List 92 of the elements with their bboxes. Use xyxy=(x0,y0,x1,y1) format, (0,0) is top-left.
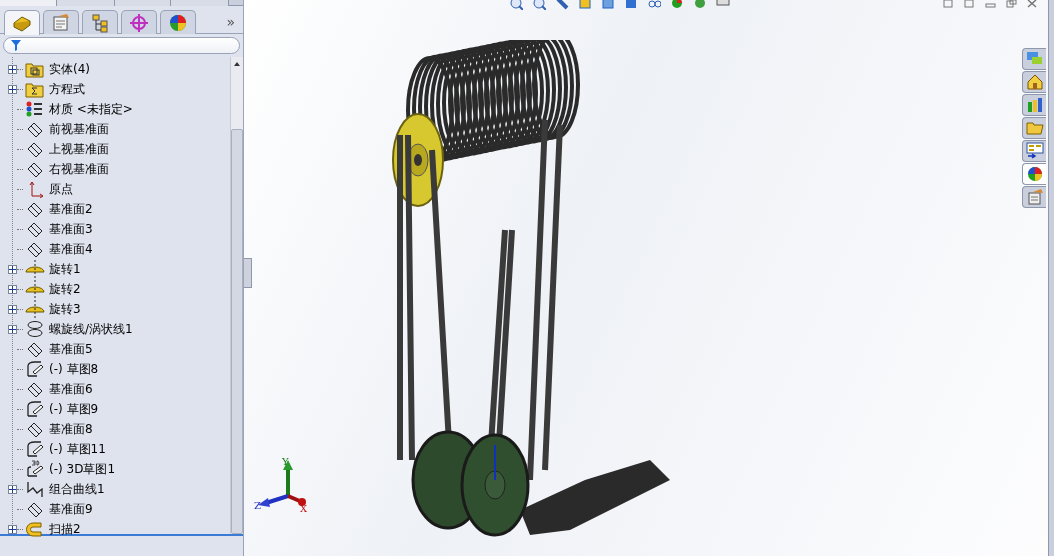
tree-item[interactable]: 基准面6 xyxy=(49,380,93,398)
expand-toggle[interactable] xyxy=(8,524,17,534)
revolve-icon xyxy=(25,300,45,318)
restore-icon[interactable] xyxy=(943,0,954,8)
task-pane-tab[interactable] xyxy=(1022,71,1046,93)
revolve-icon xyxy=(25,280,45,298)
tree-item[interactable]: 右视基准面 xyxy=(49,160,109,178)
close-icon[interactable] xyxy=(1027,0,1038,8)
tree-item[interactable]: 前视基准面 xyxy=(49,120,109,138)
graphics-viewport[interactable]: Y Z X xyxy=(244,0,1054,556)
plane-icon xyxy=(25,380,45,398)
color-ball-icon xyxy=(1025,165,1044,183)
tree-item[interactable]: 材质 <未指定> xyxy=(49,100,133,118)
property-sheet-icon xyxy=(1025,188,1044,206)
panel-splitter-handle[interactable] xyxy=(244,258,252,288)
plane-icon xyxy=(25,140,45,158)
helix-icon xyxy=(25,320,45,338)
equation-folder-icon xyxy=(25,80,45,98)
panel-tab[interactable] xyxy=(160,10,196,34)
y-axis-label: Y xyxy=(282,457,289,467)
sketch-3d-icon xyxy=(25,460,45,478)
tree-item[interactable]: 原点 xyxy=(49,180,73,198)
tree-item[interactable]: (-) 草图9 xyxy=(49,400,99,418)
filter-field[interactable] xyxy=(3,37,240,54)
tree-item[interactable]: 基准面4 xyxy=(49,240,93,258)
plane-icon xyxy=(25,420,45,438)
tree-item[interactable]: 方程式 xyxy=(49,80,85,98)
zoom-area-icon[interactable] xyxy=(532,0,546,10)
tree-item[interactable]: 上视基准面 xyxy=(49,140,109,158)
tree-item[interactable]: 基准面5 xyxy=(49,340,93,358)
expand-panel-button[interactable]: » xyxy=(222,10,239,33)
sketch-icon xyxy=(25,400,45,418)
view-palette-icon xyxy=(1025,142,1044,160)
plane-icon xyxy=(25,340,45,358)
tree-item[interactable]: 旋转3 xyxy=(49,300,81,318)
sketch-icon xyxy=(25,440,45,458)
expand-toggle[interactable] xyxy=(8,84,17,94)
appearance-icon[interactable] xyxy=(670,0,684,10)
plane-icon xyxy=(25,240,45,258)
color-ball-icon xyxy=(168,12,188,33)
tree-item[interactable]: 基准面9 xyxy=(49,500,93,518)
material-icon xyxy=(25,100,45,118)
minimize-icon[interactable] xyxy=(985,0,996,8)
maximize-icon[interactable] xyxy=(1006,0,1017,8)
folder-icon xyxy=(1025,119,1044,137)
plane-icon xyxy=(25,160,45,178)
sketch-icon xyxy=(25,360,45,378)
property-sheet-icon xyxy=(51,12,71,33)
expand-toggle[interactable] xyxy=(8,324,17,334)
panel-tab[interactable] xyxy=(82,10,118,34)
crosshair-icon xyxy=(129,12,149,33)
expand-toggle[interactable] xyxy=(8,284,17,294)
configuration-icon xyxy=(90,12,110,33)
composite-curve-icon xyxy=(25,480,45,498)
panel-tab[interactable] xyxy=(4,10,40,35)
tree-item[interactable]: (-) 3D草图1 xyxy=(49,460,116,478)
house-icon xyxy=(1025,73,1044,91)
expand-toggle[interactable] xyxy=(8,264,17,274)
expand-toggle[interactable] xyxy=(8,304,17,314)
restore-icon[interactable] xyxy=(964,0,975,8)
tree-item[interactable]: 旋转2 xyxy=(49,280,81,298)
body-folder-icon xyxy=(25,60,45,78)
tree-item[interactable]: (-) 草图8 xyxy=(49,360,99,378)
task-pane-tab[interactable] xyxy=(1022,94,1046,116)
plane-icon xyxy=(25,200,45,218)
tree-item[interactable]: 实体(4) xyxy=(49,60,90,78)
scrollbar[interactable] xyxy=(230,57,243,534)
tree-item[interactable]: 旋转1 xyxy=(49,260,81,278)
panel-tab[interactable] xyxy=(43,10,79,34)
tree-item[interactable]: (-) 草图11 xyxy=(49,440,106,458)
task-pane-tab[interactable] xyxy=(1022,163,1046,185)
plane-icon xyxy=(25,220,45,238)
plane-icon xyxy=(25,120,45,138)
tree-item[interactable]: 螺旋线/涡状线1 xyxy=(49,320,133,338)
hide-show-icon[interactable] xyxy=(647,0,661,10)
expand-toggle[interactable] xyxy=(8,484,17,494)
z-axis-label: Z xyxy=(254,501,261,511)
books-icon xyxy=(1025,96,1044,114)
tree-item[interactable]: 基准面3 xyxy=(49,220,93,238)
tree-item[interactable]: 基准面2 xyxy=(49,200,93,218)
expand-toggle[interactable] xyxy=(8,64,17,74)
panel-tab[interactable] xyxy=(121,10,157,34)
tree-item[interactable]: 基准面8 xyxy=(49,420,93,438)
sweep-icon xyxy=(25,520,45,538)
x-axis-label: X xyxy=(300,504,308,514)
zoom-to-fit-icon[interactable] xyxy=(509,0,523,10)
tree-item[interactable]: 扫描2 xyxy=(49,520,81,538)
tree-item[interactable]: 组合曲线1 xyxy=(49,480,105,498)
plane-icon xyxy=(25,500,45,518)
filter-icon xyxy=(11,40,21,51)
task-pane-tab[interactable] xyxy=(1022,140,1046,162)
revolve-icon xyxy=(25,260,45,278)
